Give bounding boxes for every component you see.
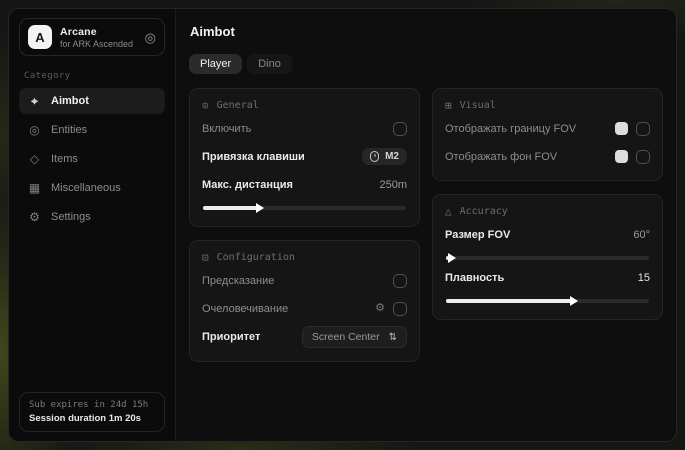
main-panel: Aimbot Player Dino ⊙ General Включить [176, 9, 676, 441]
general-icon: ⊙ [202, 100, 209, 111]
keybind-button[interactable]: M2 [362, 148, 407, 165]
max-distance-slider[interactable] [203, 206, 406, 210]
tab-dino[interactable]: Dino [247, 54, 292, 74]
page-title: Aimbot [190, 24, 663, 39]
smoothness-label: Плавность [445, 272, 504, 284]
cube-icon: ◇ [28, 153, 41, 165]
fov-size-slider[interactable] [446, 256, 649, 260]
session-duration-text: Session duration 1m 20s [29, 413, 155, 424]
keybind-value: M2 [385, 151, 399, 162]
visual-card-header: ⊞ Visual [445, 100, 650, 111]
sidebar-item-label: Aimbot [51, 95, 89, 107]
sidebar-item-miscellaneous[interactable]: ▦ Miscellaneous [19, 175, 165, 201]
fov-border-checkbox[interactable] [636, 122, 650, 136]
sidebar-item-items[interactable]: ◇ Items [19, 146, 165, 172]
configuration-card: ⊡ Configuration Предсказание Очеловечива… [189, 240, 420, 362]
sub-expires-text: Sub expires in 24d 15h [29, 400, 155, 410]
visual-card: ⊞ Visual Отображать границу FOV Отобража… [432, 88, 663, 181]
keybind-label: Привязка клавиши [202, 151, 305, 163]
tab-bar: Player Dino [189, 54, 663, 74]
fov-border-label: Отображать границу FOV [445, 123, 576, 135]
target-icon[interactable]: ◎ [145, 31, 156, 44]
configuration-icon: ⊡ [202, 252, 209, 263]
app-titles: Arcane for ARK Ascended [60, 26, 133, 49]
max-distance-row: Макс. дистанция 250m [202, 174, 407, 195]
app-logo: A [28, 25, 52, 49]
enable-row: Включить [202, 118, 407, 139]
sidebar-item-label: Miscellaneous [51, 182, 121, 194]
subscription-card: Sub expires in 24d 15h Session duration … [19, 392, 165, 432]
smoothness-row: Плавность 15 [445, 267, 650, 288]
priority-row: Приоритет Screen Center ⇅ [202, 326, 407, 348]
general-card: ⊙ General Включить Привязка клавиши M2 [189, 88, 420, 227]
humanize-row: Очеловечивание ⚙ [202, 298, 407, 319]
configuration-card-title: Configuration [217, 252, 295, 263]
sidebar-item-entities[interactable]: ◎ Entities [19, 117, 165, 143]
smoothness-value: 15 [638, 272, 650, 284]
visual-icon: ⊞ [445, 100, 452, 111]
humanize-gear-icon[interactable]: ⚙ [375, 303, 385, 314]
fov-background-controls [615, 150, 650, 164]
right-column: ⊞ Visual Отображать границу FOV Отобража… [432, 88, 663, 320]
general-card-header: ⊙ General [202, 100, 407, 111]
fov-background-row: Отображать фон FOV [445, 146, 650, 167]
entities-icon: ◎ [28, 124, 41, 136]
smoothness-slider[interactable] [446, 299, 649, 303]
general-card-title: General [217, 100, 259, 111]
humanize-checkbox[interactable] [393, 302, 407, 316]
prediction-label: Предсказание [202, 275, 274, 287]
priority-label: Приоритет [202, 331, 260, 343]
fov-background-checkbox[interactable] [636, 150, 650, 164]
sidebar-item-label: Settings [51, 211, 91, 223]
fov-size-value: 60° [633, 229, 650, 241]
accuracy-card-title: Accuracy [460, 206, 508, 217]
sidebar-item-label: Entities [51, 124, 87, 136]
priority-value: Screen Center [312, 331, 380, 343]
mouse-icon [370, 151, 379, 162]
sidebar-item-label: Items [51, 153, 78, 165]
fov-size-label: Размер FOV [445, 229, 510, 241]
slider-fill[interactable] [446, 256, 450, 260]
visual-card-title: Visual [460, 100, 496, 111]
max-distance-value: 250m [379, 179, 407, 191]
fov-border-row: Отображать границу FOV [445, 118, 650, 139]
accuracy-icon: △ [445, 206, 452, 217]
fov-background-label: Отображать фон FOV [445, 151, 557, 163]
gear-icon: ⚙ [28, 211, 41, 223]
app-subtitle: for ARK Ascended [60, 39, 133, 49]
humanize-controls: ⚙ [375, 302, 407, 316]
keybind-row: Привязка клавиши M2 [202, 146, 407, 167]
category-label: Category [24, 71, 160, 81]
prediction-checkbox[interactable] [393, 274, 407, 288]
sidebar-item-settings[interactable]: ⚙ Settings [19, 204, 165, 230]
fov-border-color-swatch[interactable] [615, 122, 628, 135]
enable-checkbox[interactable] [393, 122, 407, 136]
sidebar: A Arcane for ARK Ascended ◎ Category ⌖ A… [9, 9, 176, 441]
fov-size-row: Размер FOV 60° [445, 224, 650, 245]
slider-fill[interactable] [446, 299, 572, 303]
left-column: ⊙ General Включить Привязка клавиши M2 [189, 88, 420, 362]
accuracy-card-header: △ Accuracy [445, 206, 650, 217]
prediction-row: Предсказание [202, 270, 407, 291]
slider-fill[interactable] [203, 206, 258, 210]
max-distance-label: Макс. дистанция [202, 179, 293, 191]
enable-label: Включить [202, 123, 251, 135]
fov-background-color-swatch[interactable] [615, 150, 628, 163]
grid-icon: ▦ [28, 182, 41, 194]
humanize-label: Очеловечивание [202, 303, 288, 315]
chevron-updown-icon: ⇅ [389, 332, 397, 343]
sidebar-item-aimbot[interactable]: ⌖ Aimbot [19, 88, 165, 114]
accuracy-card: △ Accuracy Размер FOV 60° Плавность 15 [432, 194, 663, 320]
app-window: A Arcane for ARK Ascended ◎ Category ⌖ A… [8, 8, 677, 442]
app-header-card: A Arcane for ARK Ascended ◎ [19, 18, 165, 56]
app-name: Arcane [60, 26, 133, 38]
priority-dropdown[interactable]: Screen Center ⇅ [302, 326, 407, 348]
configuration-card-header: ⊡ Configuration [202, 252, 407, 263]
tab-player[interactable]: Player [189, 54, 242, 74]
card-columns: ⊙ General Включить Привязка клавиши M2 [189, 88, 663, 362]
crosshair-icon: ⌖ [28, 95, 41, 107]
fov-border-controls [615, 122, 650, 136]
